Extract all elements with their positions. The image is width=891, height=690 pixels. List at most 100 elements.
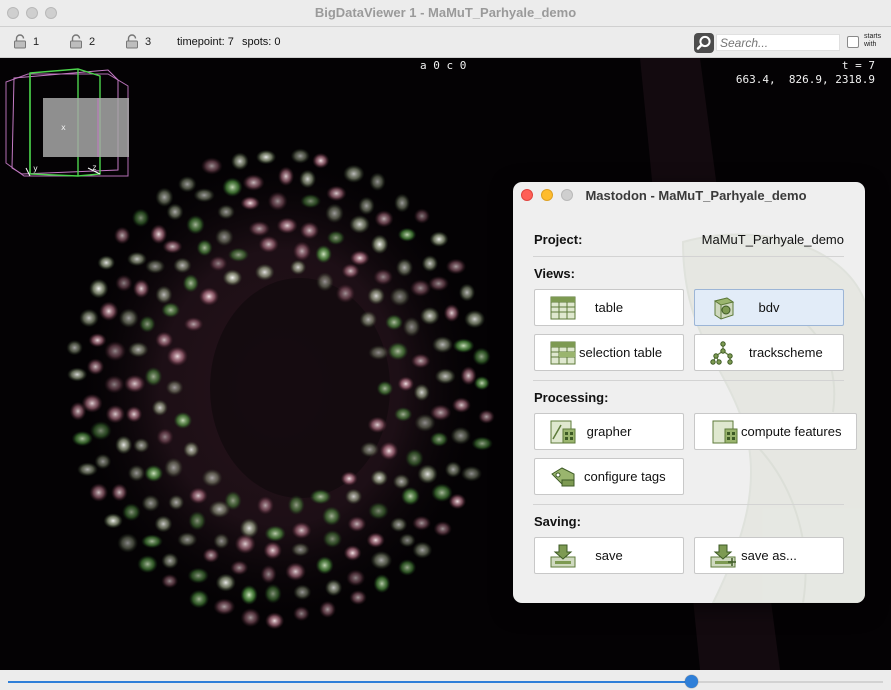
cell-nucleus [448,493,467,510]
cell-nucleus [390,517,408,533]
table-button[interactable]: table [534,289,684,326]
cell-nucleus [287,495,305,515]
cell-nucleus [341,263,360,279]
compute-features-button-label: compute features [741,424,842,439]
cell-nucleus [412,515,432,531]
search-input[interactable] [716,34,840,51]
trackscheme-tree-icon [710,341,733,365]
cell-nucleus [429,431,449,447]
cell-nucleus [166,346,188,367]
cell-nucleus [264,583,282,604]
separator [533,380,844,381]
cell-nucleus [141,494,160,512]
starts-with-checkbox[interactable] [847,36,859,48]
slider-thumb[interactable] [684,675,698,688]
cell-nucleus [264,525,286,542]
save-button[interactable]: save [534,537,684,574]
trackscheme-button[interactable]: trackscheme [694,334,844,371]
cell-nucleus [128,341,149,358]
cell-nucleus [291,542,310,557]
cell-nucleus [144,464,164,482]
cell-nucleus [445,258,467,275]
cell-nucleus [201,468,223,487]
cell-nucleus [324,579,343,597]
grapher-button[interactable]: grapher [534,413,684,450]
cell-nucleus [398,559,417,576]
cell-nucleus [277,166,295,187]
cell-nucleus [166,203,184,221]
cell-nucleus [248,221,271,237]
cell-nucleus [154,515,173,533]
cell-nucleus [173,257,192,274]
cell-nucleus [187,567,209,584]
cell-nucleus [99,301,119,321]
lock-3-button[interactable]: 3 [125,34,151,49]
minimap-z-label: z [92,163,97,172]
cell-nucleus [458,283,476,302]
cell-nucleus [254,263,275,281]
cell-nucleus [222,177,243,197]
selection-table-button[interactable]: selection table [534,334,684,371]
cell-nucleus [444,461,462,478]
cell-nucleus [217,204,236,220]
project-name: MaMuT_Parhyale_demo [701,232,844,247]
cell-nucleus [71,430,94,447]
cell-nucleus [213,598,236,616]
cell-nucleus [265,612,285,630]
cell-nucleus [242,174,265,191]
cell-nucleus [343,545,362,561]
starts-with-label: starts with [864,33,882,48]
cell-nucleus [240,584,258,605]
views-label: Views: [534,266,575,281]
cell-nucleus [343,164,365,183]
cell-nucleus [429,404,452,421]
minimap [5,68,129,177]
saving-label: Saving: [534,514,581,529]
cell-nucleus [115,274,133,292]
cell-nucleus [349,250,370,266]
window-title: BigDataViewer 1 - MaMuT_Parhyale_demo [314,5,577,20]
table-button-label: table [594,300,624,315]
cell-nucleus [208,500,231,518]
cell-nucleus [428,275,450,292]
cell-nucleus [326,185,347,202]
cell-nucleus [118,308,139,328]
minimap-y-label: y [33,164,38,173]
cell-nucleus [139,315,156,333]
cell-nucleus [292,241,312,261]
cell-nucleus [213,533,230,549]
cell-nucleus [267,191,288,211]
save-as-button-label: save as... [741,548,797,563]
cell-nucleus [316,272,334,292]
save-as-button[interactable]: save as... [694,537,844,574]
window-title-bar[interactable]: BigDataViewer 1 - MaMuT_Parhyale_demo [0,0,891,27]
configure-tags-button[interactable]: configure tags [534,458,684,495]
cell-nucleus [429,231,449,247]
search-icon[interactable] [694,33,714,53]
cell-nucleus [125,406,143,423]
cell-nucleus [127,251,147,267]
cell-nucleus [164,457,184,478]
cell-nucleus [373,574,391,594]
cell-nucleus [293,606,310,622]
lock-3-label: 3 [145,35,152,48]
cell-nucleus [124,374,146,393]
cell-nucleus [121,503,141,522]
tag-icon [551,467,575,487]
bdv-button[interactable]: bdv [694,289,844,326]
slider-fill [8,681,691,683]
cell-nucleus [198,287,220,306]
compute-features-button[interactable]: compute features [694,413,857,450]
lock-2-button[interactable]: 2 [69,34,95,49]
lock-1-button[interactable]: 1 [13,34,39,49]
compute-features-icon [712,420,738,444]
cell-nucleus [370,550,393,570]
cell-nucleus [155,285,173,304]
cell-nucleus [88,333,107,348]
cell-nucleus [137,555,158,574]
cell-nucleus [370,234,389,255]
cell-nucleus [260,564,277,584]
timepoint-slider[interactable] [0,670,891,690]
cell-nucleus [398,533,416,548]
cell-nucleus [230,560,249,576]
